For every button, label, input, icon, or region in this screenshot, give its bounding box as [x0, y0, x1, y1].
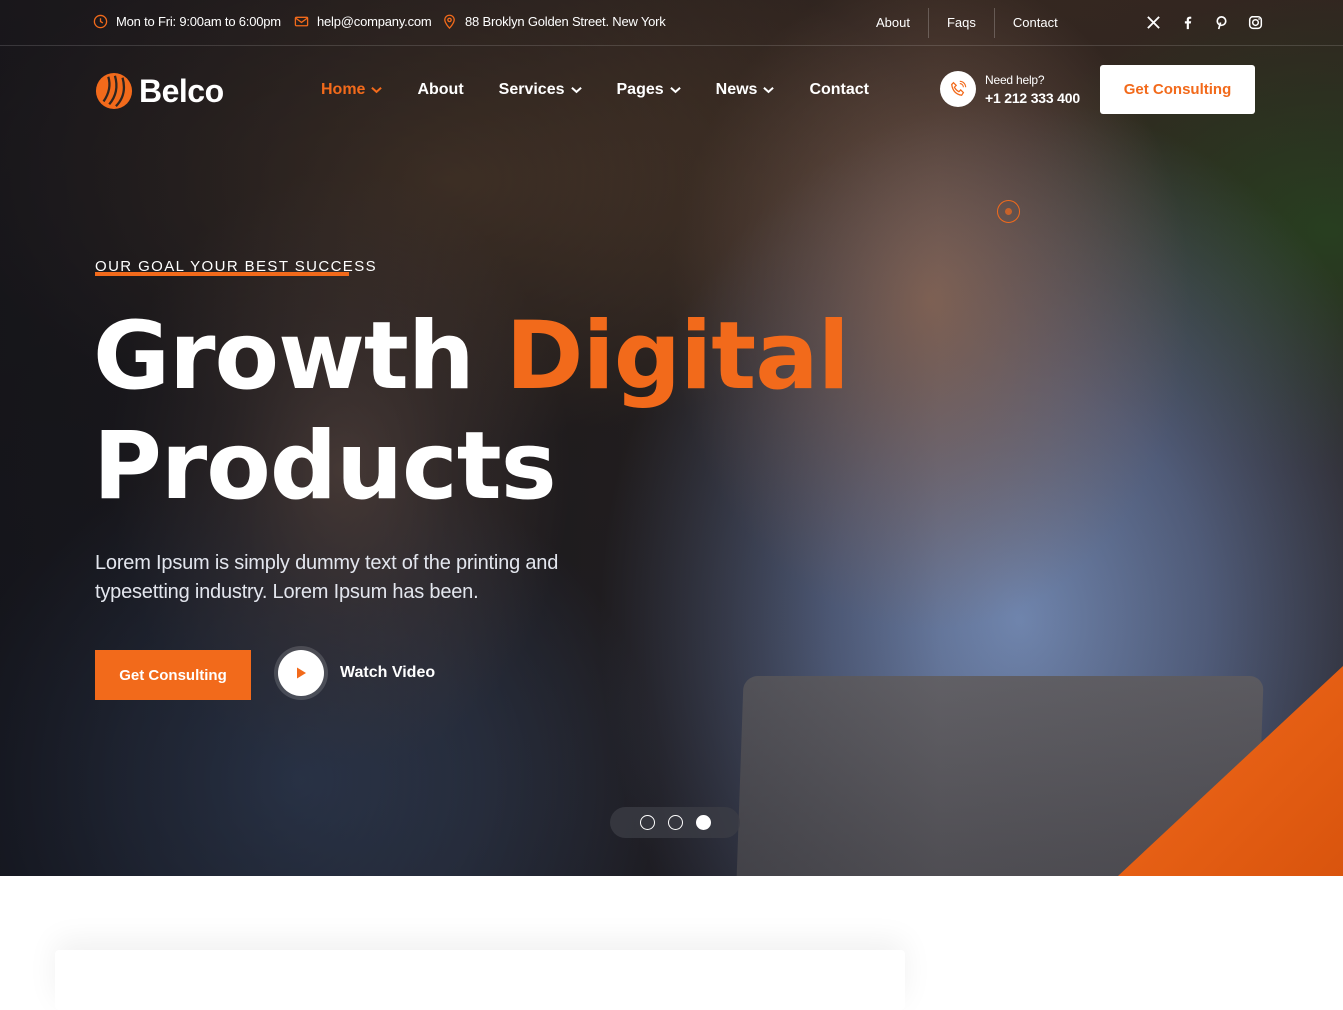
headline-line2: Products: [93, 412, 557, 521]
topbar-links: About Faqs Contact: [858, 8, 1076, 38]
chevron-down-icon: [669, 86, 681, 94]
nav-item-home[interactable]: Home: [321, 78, 383, 102]
facebook-icon[interactable]: [1178, 13, 1196, 31]
decorative-ring: [997, 200, 1020, 223]
topbar-link-about[interactable]: About: [858, 8, 928, 38]
watch-video-button[interactable]: Watch Video: [278, 650, 435, 696]
brand-name: Belco: [139, 72, 224, 109]
topbar-hours: Mon to Fri: 9:00am to 6:00pm: [93, 14, 281, 29]
next-section-card: [55, 950, 905, 1010]
topbar-email[interactable]: help@company.com: [294, 14, 432, 29]
chevron-down-icon: [570, 86, 582, 94]
nav-item-news[interactable]: News: [716, 78, 775, 102]
topbar-link-faqs[interactable]: Faqs: [929, 8, 994, 38]
nav-item-label: Contact: [809, 81, 869, 98]
topbar-link-contact[interactable]: Contact: [995, 8, 1076, 38]
nav-item-about[interactable]: About: [417, 78, 463, 102]
mail-icon: [294, 16, 309, 27]
logo-icon: [95, 72, 133, 110]
instagram-icon[interactable]: [1246, 13, 1264, 31]
slider-dot-1[interactable]: [639, 815, 655, 830]
slider-dot-2[interactable]: [667, 815, 683, 830]
chevron-down-icon: [763, 86, 775, 94]
nav-item-label: Services: [498, 81, 565, 98]
nav-item-pages[interactable]: Pages: [617, 78, 681, 102]
nav-item-label: News: [715, 81, 758, 98]
nav-item-label: Pages: [616, 81, 664, 98]
main-nav: Home About Services Pages News Contact: [321, 78, 869, 102]
social-links: [1144, 13, 1264, 31]
help-text: Need help? +1 212 333 400: [985, 73, 1080, 106]
hero-description: Lorem Ipsum is simply dummy text of the …: [95, 552, 559, 603]
pinterest-icon[interactable]: [1212, 13, 1230, 31]
topbar-email-text[interactable]: help@company.com: [317, 14, 432, 29]
topbar-hours-text: Mon to Fri: 9:00am to 6:00pm: [116, 14, 281, 29]
nav-item-services[interactable]: Services: [499, 78, 582, 102]
brand-logo[interactable]: Belco: [95, 72, 224, 110]
map-pin-icon: [444, 14, 455, 29]
clock-icon: [93, 14, 108, 29]
slider-pagination: [610, 807, 740, 838]
nav-item-label: Home: [321, 81, 366, 98]
hero-slider: Mon to Fri: 9:00am to 6:00pm help@compan…: [0, 0, 1343, 876]
x-icon[interactable]: [1144, 13, 1162, 31]
topbar-address-text: 88 Broklyn Golden Street. New York: [465, 14, 666, 29]
help-contact[interactable]: Need help? +1 212 333 400: [940, 71, 1080, 107]
phone-icon: [940, 71, 976, 107]
headline-accent: Digital: [505, 302, 850, 411]
topbar: Mon to Fri: 9:00am to 6:00pm help@compan…: [0, 0, 1343, 46]
hero-consulting-button[interactable]: Get Consulting: [95, 650, 251, 700]
slider-dot-3[interactable]: [695, 815, 711, 830]
chevron-down-icon: [371, 86, 383, 94]
nav-item-label: About: [417, 81, 464, 98]
nav-item-contact[interactable]: Contact: [809, 78, 869, 102]
headline-white: Growth: [93, 302, 475, 411]
help-phone[interactable]: +1 212 333 400: [985, 90, 1080, 106]
play-icon[interactable]: [278, 650, 324, 696]
hero-headline: Growth Digital Products: [93, 302, 850, 522]
watch-video-label: Watch Video: [340, 664, 436, 681]
topbar-address: 88 Broklyn Golden Street. New York: [442, 14, 666, 29]
help-label: Need help?: [985, 72, 1045, 87]
ring-dot: [1005, 208, 1012, 215]
hero-eyebrow: OUR GOAL YOUR BEST SUCCESS: [95, 258, 378, 275]
header-consulting-button[interactable]: Get Consulting: [1100, 65, 1255, 114]
